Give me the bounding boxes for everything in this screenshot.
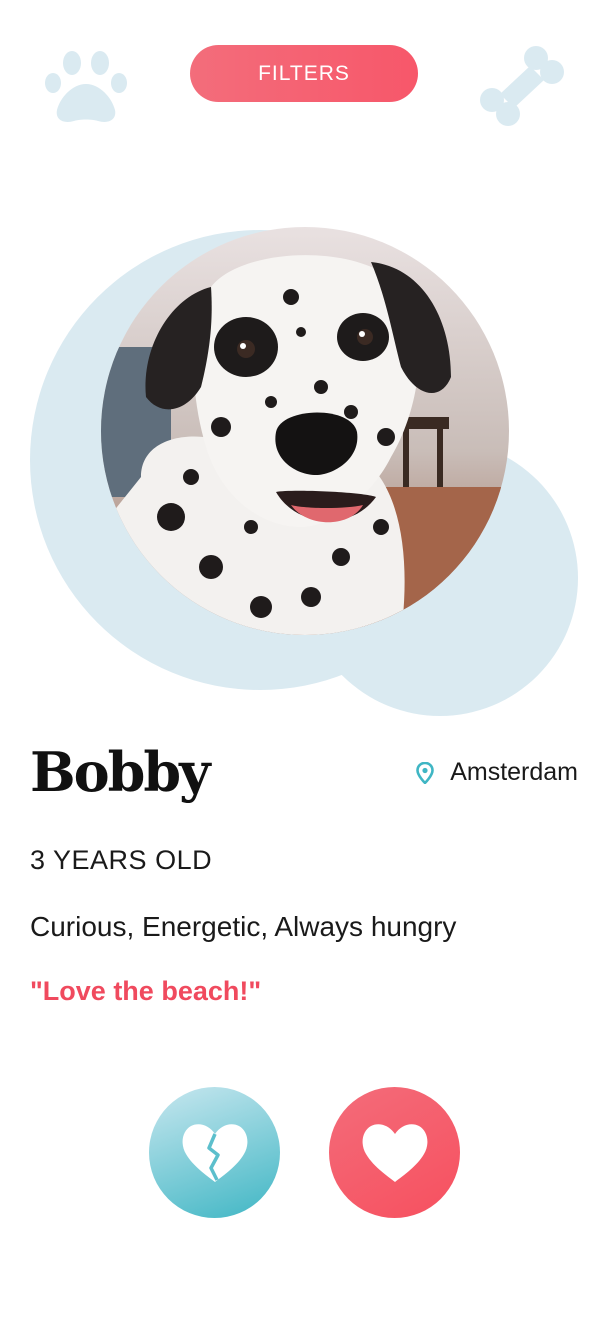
pet-name: Bobby [30, 740, 211, 804]
pet-age: 3 YEARS OLD [30, 845, 213, 875]
like-button[interactable] [329, 1087, 460, 1218]
broken-heart-icon [182, 1123, 247, 1182]
dog-photo [101, 227, 509, 635]
dislike-button[interactable] [149, 1087, 280, 1218]
bone-icon [480, 46, 564, 126]
heart-icon [362, 1123, 427, 1182]
location-pin-icon [416, 761, 434, 784]
location: Amsterdam [416, 758, 578, 787]
pet-quote: "Love the beach!" [30, 976, 262, 1006]
filters-button[interactable]: FILTERS [190, 45, 418, 102]
pet-traits: Curious, Energetic, Always hungry [30, 911, 457, 942]
paw-icon [45, 51, 127, 122]
location-label: Amsterdam [450, 758, 578, 786]
